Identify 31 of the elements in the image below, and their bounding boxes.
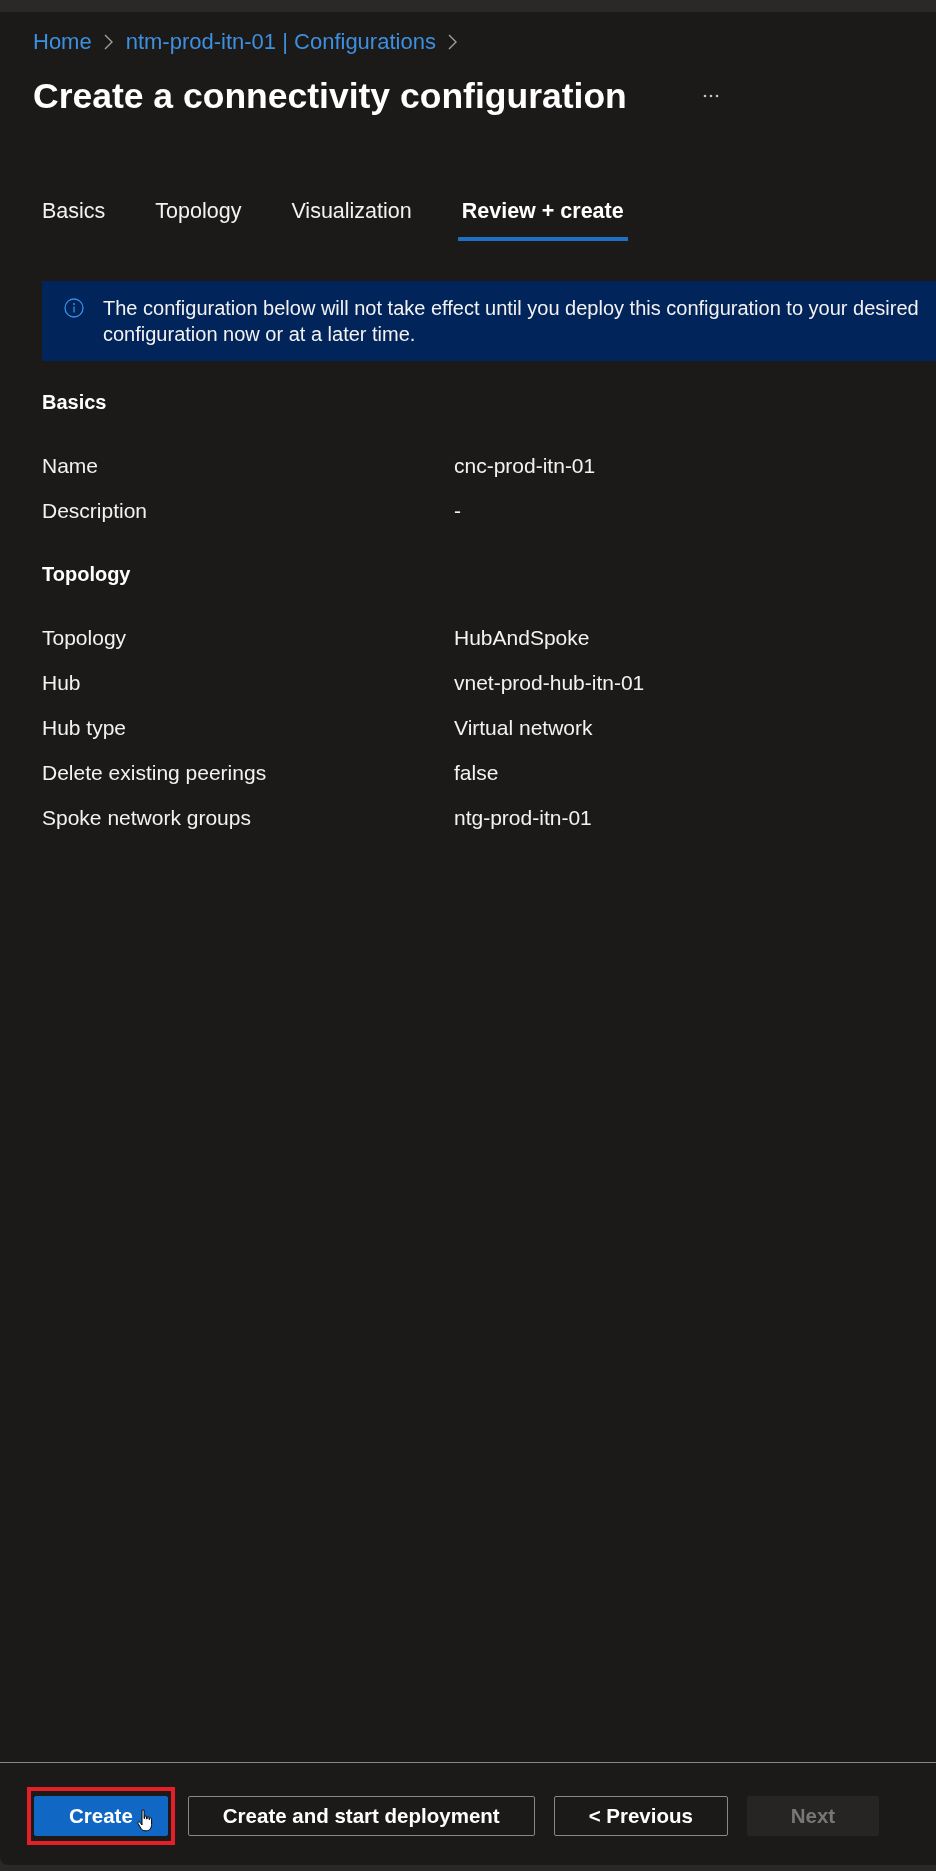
field-label: Spoke network groups — [42, 805, 252, 831]
field-label: Hub type — [42, 715, 128, 741]
action-button[interactable]: Create — [34, 1796, 168, 1836]
breadcrumb-link[interactable]: ntm-prod-itn-01 | Configurations — [125, 28, 436, 56]
action-button[interactable]: Create and start deployment — [187, 1796, 535, 1836]
field-value: vnet-prod-hub-itn-01 — [454, 670, 645, 696]
more-options-icon[interactable] — [702, 94, 719, 98]
tab[interactable]: Review + create — [457, 197, 628, 241]
section-heading: Topology — [42, 562, 132, 587]
field-label: Description — [42, 498, 149, 524]
field-label: Name — [42, 453, 100, 479]
tab[interactable]: Basics — [38, 197, 110, 241]
tab[interactable]: Visualization — [287, 197, 416, 241]
field-value: cnc-prod-itn-01 — [454, 453, 596, 479]
field-value: ntg-prod-itn-01 — [454, 805, 592, 831]
field-label: Hub — [42, 670, 82, 696]
chevron-right-icon — [103, 34, 113, 50]
banner-text: The configuration below will not take effect until you deploy this configuration to your desired configuration now or at a later time. — [103, 296, 919, 347]
field-label: Delete existing peerings — [42, 760, 268, 786]
section-heading: Basics — [42, 390, 108, 415]
field-value: HubAndSpoke — [454, 625, 590, 651]
info-icon — [64, 298, 84, 318]
page-title: Create a connectivity configuration — [33, 76, 627, 116]
field-value: - — [454, 498, 461, 524]
chevron-right-icon — [447, 34, 457, 50]
field-value: false — [454, 760, 499, 786]
field-value: Virtual network — [454, 715, 593, 741]
field-label: Topology — [42, 625, 128, 651]
action-button[interactable]: < Previous — [553, 1796, 728, 1836]
breadcrumb-link[interactable]: Home — [33, 28, 92, 56]
tab[interactable]: Topology — [151, 197, 246, 241]
